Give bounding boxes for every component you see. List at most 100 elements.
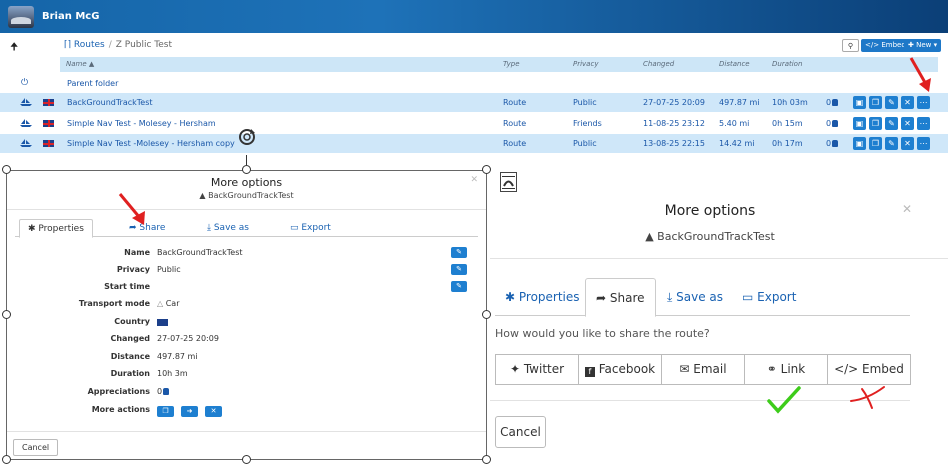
column-header-name[interactable]: Name ▲ — [66, 60, 94, 68]
route-icon: ▲ — [645, 230, 654, 243]
table-row[interactable]: Simple Nav Test - Molesey - Hersham Rout… — [0, 114, 948, 133]
plus-icon: ✚ — [908, 41, 917, 49]
tab-properties[interactable]: ✱ Properties — [19, 219, 93, 238]
route-changed: 27-07-25 20:09 — [643, 98, 705, 107]
delete-action-button[interactable]: ✕ — [205, 406, 222, 417]
search-button[interactable]: ⚲ — [842, 39, 859, 52]
more-options-icon[interactable]: ⋯ — [917, 96, 930, 109]
route-type: Route — [503, 139, 527, 148]
table-row[interactable]: Simple Nav Test -Molesey - Hersham copy … — [0, 134, 948, 153]
breadcrumb-root[interactable]: Routes — [74, 40, 105, 50]
copy-icon[interactable]: ❐ — [869, 117, 882, 130]
table-row[interactable]: BackGroundTrackTest Route Public 27-07-2… — [0, 93, 948, 112]
dialog-title: More options — [664, 203, 756, 219]
delete-icon[interactable]: ✕ — [901, 137, 914, 150]
more-options-icon[interactable]: ⋯ — [917, 117, 930, 130]
cancel-button[interactable]: Cancel — [13, 439, 59, 456]
share-facebook-label: Facebook — [598, 362, 656, 376]
column-header-type[interactable]: Type — [503, 60, 520, 68]
resize-handle[interactable] — [2, 455, 11, 464]
tab-export-label: Export — [301, 223, 331, 233]
copy-icon[interactable]: ❐ — [869, 96, 882, 109]
row-actions: ▣ ❐ ✎ ✕ ⋯ — [853, 137, 930, 150]
resize-handle[interactable] — [2, 165, 11, 174]
dialog-tabs: ✱ Properties ➦ Share ⤓ Save as ▭ Export — [495, 278, 910, 317]
uk-flag-icon — [157, 319, 168, 326]
twitter-icon: ✦ — [509, 362, 524, 376]
tab-properties-label: Properties — [518, 290, 580, 304]
resize-handle[interactable] — [2, 310, 11, 319]
dialog-subtitle-text: BackGroundTrackTest — [657, 230, 775, 243]
more-options-icon[interactable]: ⋯ — [917, 137, 930, 150]
dialog-subtitle: ▲ BackGroundTrackTest — [7, 191, 486, 200]
lock-icon[interactable]: ▣ — [853, 137, 866, 150]
appreciations-count[interactable]: 0 — [826, 98, 839, 107]
route-duration: 0h 15m — [772, 119, 803, 128]
field-label-country: Country — [114, 317, 150, 326]
sort-up-icon: ▲ — [88, 60, 95, 68]
share-link-button[interactable]: ⚭ Link — [744, 354, 828, 385]
column-header-changed[interactable]: Changed — [643, 60, 674, 68]
delete-icon[interactable]: ✕ — [901, 117, 914, 130]
more-options-dialog-small: More options ▲ BackGroundTrackTest ✕ ✱ P… — [6, 170, 487, 460]
tab-save-as[interactable]: ⤓ Save as — [199, 219, 257, 238]
tab-share[interactable]: ➦ Share — [585, 278, 656, 317]
tab-export[interactable]: ▭ Export — [282, 219, 339, 238]
lock-icon[interactable]: ▣ — [853, 117, 866, 130]
share-facebook-button[interactable]: f Facebook — [578, 354, 662, 385]
copy-action-button[interactable]: ❐ — [157, 406, 174, 417]
parent-folder-label[interactable]: Parent folder — [67, 79, 118, 88]
appreciations-count[interactable]: 0 — [826, 119, 839, 128]
column-header-privacy[interactable]: Privacy — [573, 60, 598, 68]
cancel-button[interactable]: Cancel — [495, 416, 546, 448]
embed-button[interactable]: </> Embed — [861, 39, 910, 52]
copy-icon[interactable]: ❐ — [869, 137, 882, 150]
resize-handle[interactable] — [242, 455, 251, 464]
column-header-duration[interactable]: Duration — [772, 60, 802, 68]
username[interactable]: Brian McG — [42, 11, 99, 22]
uk-flag-icon — [43, 140, 54, 147]
code-icon: </> — [865, 41, 882, 49]
route-name[interactable]: Simple Nav Test - Molesey - Hersham — [67, 119, 216, 128]
field-label-start-time: Start time — [104, 282, 150, 291]
route-duration: 10h 03m — [772, 98, 808, 107]
column-name-label: Name — [66, 60, 87, 68]
edit-icon[interactable]: ✎ — [885, 137, 898, 150]
user-avatar[interactable] — [8, 5, 34, 28]
column-header-distance[interactable]: Distance — [719, 60, 750, 68]
rotate-icon[interactable] — [237, 127, 257, 147]
edit-start-time-button[interactable]: ✎ — [451, 281, 467, 292]
share-twitter-button[interactable]: ✦ Twitter — [495, 354, 579, 385]
tab-save-as-label: Save as — [213, 223, 249, 233]
thumbs-up-icon — [832, 99, 839, 106]
new-button[interactable]: ✚ New ▾ — [904, 39, 942, 52]
dialog-tabs: ✱ Properties ➦ Share ⤓ Save as ▭ Export — [15, 219, 478, 238]
edit-name-button[interactable]: ✎ — [451, 247, 467, 258]
tab-export[interactable]: ▭ Export — [732, 278, 806, 317]
edit-icon[interactable]: ✎ — [885, 117, 898, 130]
edit-privacy-button[interactable]: ✎ — [451, 264, 467, 275]
lock-icon[interactable]: ▣ — [853, 96, 866, 109]
route-distance: 5.40 mi — [719, 119, 750, 128]
appreciations-count[interactable]: 0 — [826, 139, 839, 148]
edit-icon[interactable]: ✎ — [885, 96, 898, 109]
close-icon[interactable]: ✕ — [470, 175, 478, 185]
dialog-subtitle: ▲ BackGroundTrackTest — [600, 230, 820, 243]
top-bar: Brian McG — [0, 0, 948, 33]
share-email-button[interactable]: ✉ Email — [661, 354, 745, 385]
tab-properties[interactable]: ✱ Properties — [495, 278, 590, 317]
up-arrow-icon[interactable]: 🠉 — [10, 40, 18, 57]
delete-icon[interactable]: ✕ — [901, 96, 914, 109]
resize-handle[interactable] — [242, 165, 251, 174]
share-embed-button[interactable]: </> Embed — [827, 354, 911, 385]
tab-save-as[interactable]: ⤓ Save as — [657, 278, 733, 317]
route-name[interactable]: Simple Nav Test -Molesey - Hersham copy — [67, 139, 235, 148]
move-action-button[interactable]: ➜ — [181, 406, 198, 417]
breadcrumb-current[interactable]: Z Public Test — [116, 40, 172, 50]
route-name[interactable]: BackGroundTrackTest — [67, 98, 153, 107]
route-shape-icon — [502, 176, 515, 189]
thumbs-up-icon — [163, 388, 170, 395]
parent-folder-row[interactable]: ⏻ Parent folder — [0, 74, 948, 93]
appreciations-text: 0 — [157, 387, 163, 396]
close-icon[interactable]: ✕ — [902, 202, 912, 216]
